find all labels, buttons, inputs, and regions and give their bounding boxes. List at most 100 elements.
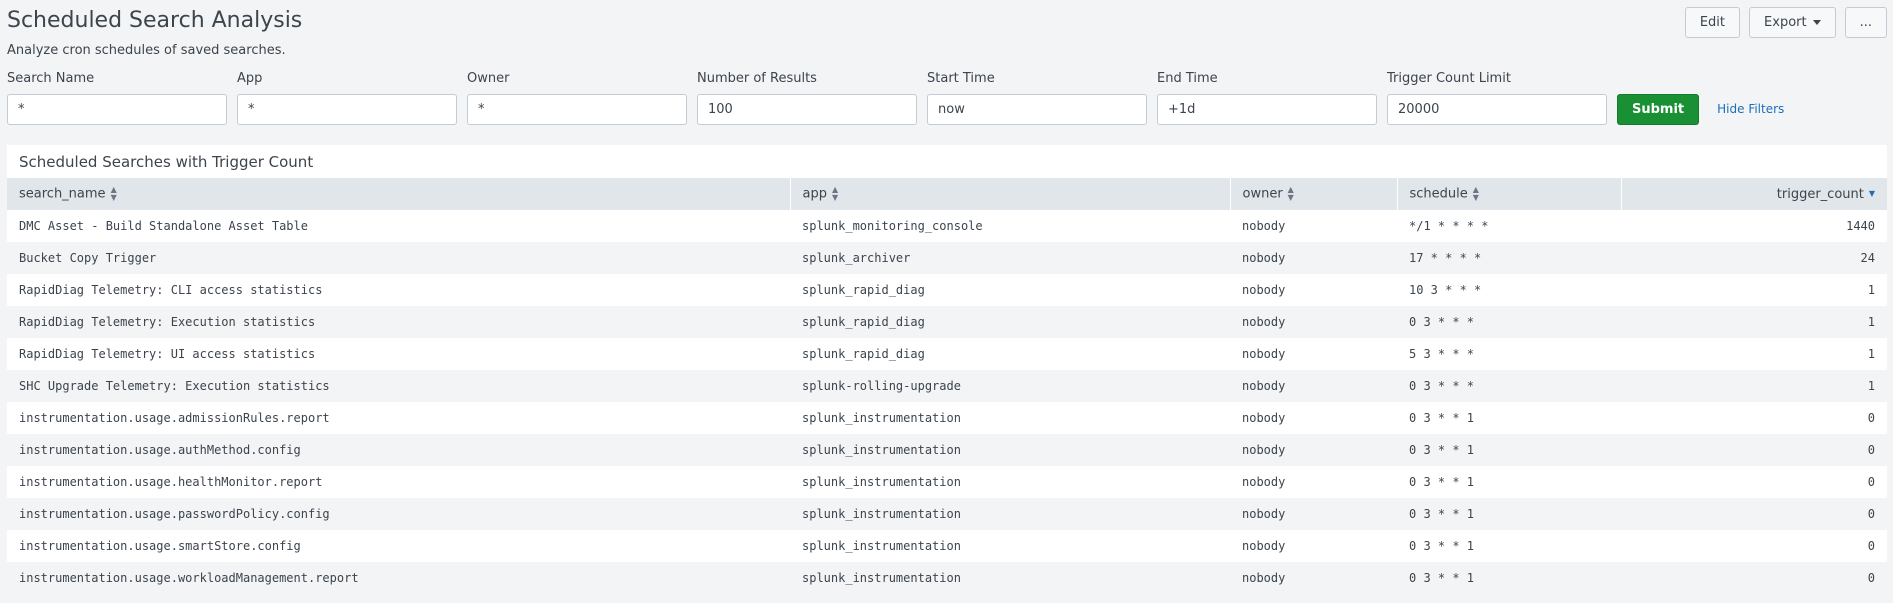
cell-search-name[interactable]: instrumentation.usage.passwordPolicy.con… [7, 498, 790, 530]
cell-search-name[interactable]: DMC Asset - Build Standalone Asset Table [7, 210, 790, 242]
cell-trigger-count[interactable]: 0 [1621, 402, 1887, 434]
cell-search-name[interactable]: RapidDiag Telemetry: CLI access statisti… [7, 274, 790, 306]
cell-owner[interactable]: nobody [1230, 306, 1397, 338]
cell-schedule[interactable]: 17 * * * * [1397, 242, 1621, 274]
cell-search-name[interactable]: Bucket Copy Trigger [7, 242, 790, 274]
table-row[interactable]: DMC Asset - Build Standalone Asset Table… [7, 210, 1887, 242]
cell-owner[interactable]: nobody [1230, 242, 1397, 274]
cell-search-name[interactable]: instrumentation.usage.authMethod.config [7, 434, 790, 466]
page-title: Scheduled Search Analysis [7, 8, 303, 33]
column-header-owner[interactable]: owner ▲ ▼ [1230, 178, 1398, 210]
more-actions-label: ... [1859, 15, 1872, 30]
table-row[interactable]: instrumentation.usage.smartStore.config s… [7, 530, 1887, 562]
cell-trigger-count[interactable]: 24 [1621, 242, 1887, 274]
filter-app: App [237, 71, 457, 125]
column-header-label: trigger_count [1776, 186, 1864, 202]
cell-owner[interactable]: nobody [1230, 338, 1397, 370]
column-header-app[interactable]: app ▲ ▼ [790, 178, 1231, 210]
cell-owner[interactable]: nobody [1230, 498, 1397, 530]
cell-search-name[interactable]: instrumentation.usage.healthMonitor.repo… [7, 466, 790, 498]
cell-owner[interactable]: nobody [1230, 402, 1397, 434]
filter-label: Owner [467, 71, 510, 86]
table-row[interactable]: RapidDiag Telemetry: Execution statistic… [7, 306, 1887, 338]
cell-trigger-count[interactable]: 0 [1621, 434, 1887, 466]
search-name-input[interactable] [7, 94, 227, 125]
cell-owner[interactable]: nobody [1230, 210, 1397, 242]
cell-app[interactable]: splunk_instrumentation [790, 402, 1230, 434]
cell-app[interactable]: splunk_rapid_diag [790, 274, 1230, 306]
cell-trigger-count[interactable]: 1 [1621, 370, 1887, 402]
cell-trigger-count[interactable]: 0 [1621, 498, 1887, 530]
cell-trigger-count[interactable]: 0 [1621, 562, 1887, 594]
cell-schedule[interactable]: */1 * * * * [1397, 210, 1621, 242]
owner-input[interactable] [467, 94, 687, 125]
table-row[interactable]: SHC Upgrade Telemetry: Execution statist… [7, 370, 1887, 402]
end-time-input[interactable] [1157, 94, 1377, 125]
cell-app[interactable]: splunk_rapid_diag [790, 306, 1230, 338]
cell-search-name[interactable]: instrumentation.usage.admissionRules.rep… [7, 402, 790, 434]
cell-schedule[interactable]: 0 3 * * 1 [1397, 498, 1621, 530]
table-row[interactable]: instrumentation.usage.admissionRules.rep… [7, 402, 1887, 434]
cell-owner[interactable]: nobody [1230, 370, 1397, 402]
cell-owner[interactable]: nobody [1230, 466, 1397, 498]
cell-schedule[interactable]: 0 3 * * 1 [1397, 402, 1621, 434]
app-input[interactable] [237, 94, 457, 125]
sort-icon: ▲ ▼ [1287, 185, 1294, 202]
hide-filters-link[interactable]: Hide Filters [1717, 94, 1784, 125]
cell-owner[interactable]: nobody [1230, 274, 1397, 306]
caret-down-icon [1812, 20, 1821, 25]
cell-trigger-count[interactable]: 1 [1621, 306, 1887, 338]
cell-app[interactable]: splunk-rolling-upgrade [790, 370, 1230, 402]
cell-search-name[interactable]: RapidDiag Telemetry: UI access statistic… [7, 338, 790, 370]
table-row[interactable]: Bucket Copy Trigger splunk_archiver nobody… [7, 242, 1887, 274]
cell-owner[interactable]: nobody [1230, 530, 1397, 562]
cell-schedule[interactable]: 10 3 * * * [1397, 274, 1621, 306]
cell-owner[interactable]: nobody [1230, 434, 1397, 466]
sort-icon: ▲ ▼ [831, 185, 839, 202]
table-row[interactable]: instrumentation.usage.authMethod.config s… [7, 434, 1887, 466]
more-actions-button[interactable]: ... [1844, 7, 1887, 38]
table-row[interactable]: RapidDiag Telemetry: UI access statistic… [7, 338, 1887, 370]
cell-search-name[interactable]: RapidDiag Telemetry: Execution statistic… [7, 306, 790, 338]
submit-button[interactable]: Submit [1617, 94, 1700, 125]
cell-app[interactable]: splunk_archiver [790, 242, 1230, 274]
cell-search-name[interactable]: instrumentation.usage.workloadManagement… [7, 562, 790, 594]
cell-app[interactable]: splunk_instrumentation [790, 530, 1230, 562]
cell-search-name[interactable]: instrumentation.usage.smartStore.config [7, 530, 790, 562]
start-time-input[interactable] [927, 94, 1147, 125]
cell-trigger-count[interactable]: 0 [1621, 466, 1887, 498]
cell-search-name[interactable]: SHC Upgrade Telemetry: Execution statist… [7, 370, 790, 402]
table-row[interactable]: instrumentation.usage.workloadManagement… [7, 562, 1887, 594]
table-row[interactable]: instrumentation.usage.passwordPolicy.con… [7, 498, 1887, 530]
edit-button[interactable]: Edit [1684, 7, 1741, 38]
cell-schedule[interactable]: 5 3 * * * [1397, 338, 1621, 370]
export-button[interactable]: Export [1749, 7, 1836, 38]
column-header-trigger-count[interactable]: trigger_count ▼ [1621, 178, 1887, 210]
column-header-search-name[interactable]: search_name ▲ ▼ [7, 178, 791, 210]
number-of-results-input[interactable] [697, 94, 917, 125]
cell-app[interactable]: splunk_rapid_diag [790, 338, 1230, 370]
cell-app[interactable]: splunk_instrumentation [790, 562, 1230, 594]
page-description: Analyze cron schedules of saved searches… [7, 43, 286, 58]
cell-trigger-count[interactable]: 0 [1621, 530, 1887, 562]
cell-trigger-count[interactable]: 1 [1621, 338, 1887, 370]
cell-schedule[interactable]: 0 3 * * 1 [1397, 562, 1621, 594]
cell-app[interactable]: splunk_instrumentation [790, 434, 1230, 466]
cell-schedule[interactable]: 0 3 * * * [1397, 370, 1621, 402]
cell-app[interactable]: splunk_instrumentation [790, 466, 1230, 498]
cell-schedule[interactable]: 0 3 * * * [1397, 306, 1621, 338]
table-row[interactable]: RapidDiag Telemetry: CLI access statisti… [7, 274, 1887, 306]
cell-trigger-count[interactable]: 1440 [1621, 210, 1887, 242]
filter-label: Trigger Count Limit [1387, 71, 1511, 86]
cell-schedule[interactable]: 0 3 * * 1 [1397, 530, 1621, 562]
column-header-schedule[interactable]: schedule ▲ ▼ [1397, 178, 1622, 210]
cell-owner[interactable]: nobody [1230, 562, 1397, 594]
table-row[interactable]: instrumentation.usage.healthMonitor.repo… [7, 466, 1887, 498]
edit-button-label: Edit [1699, 15, 1726, 30]
cell-schedule[interactable]: 0 3 * * 1 [1397, 434, 1621, 466]
cell-app[interactable]: splunk_instrumentation [790, 498, 1230, 530]
cell-trigger-count[interactable]: 1 [1621, 274, 1887, 306]
cell-schedule[interactable]: 0 3 * * 1 [1397, 466, 1621, 498]
trigger-count-limit-input[interactable] [1387, 94, 1607, 125]
cell-app[interactable]: splunk_monitoring_console [790, 210, 1230, 242]
